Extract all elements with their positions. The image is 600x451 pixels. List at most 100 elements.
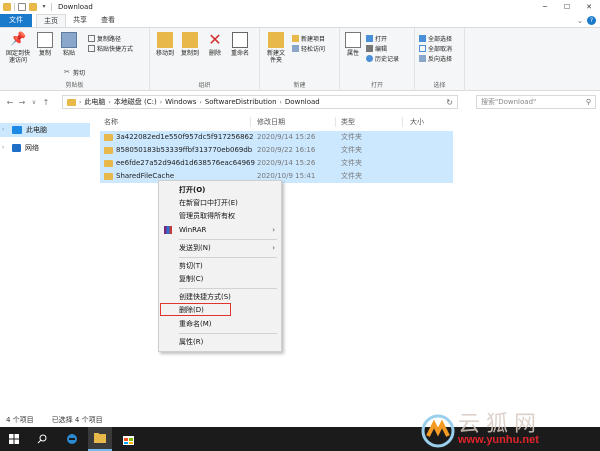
tab-view[interactable]: 查看	[94, 14, 122, 27]
help-icon[interactable]: ?	[587, 16, 596, 25]
rename-label: 重命名	[230, 50, 249, 57]
move-to-button[interactable]: 移动到	[154, 32, 176, 57]
menu-item-create-shortcut[interactable]: 创建快捷方式(S)	[159, 291, 281, 303]
column-header-size[interactable]: 大小	[410, 116, 424, 128]
menu-item-winrar[interactable]: WinRAR ›	[159, 224, 281, 236]
copy-button[interactable]: 复制	[36, 32, 54, 57]
divider[interactable]	[250, 117, 251, 127]
invert-selection-button[interactable]: 反向选择	[419, 54, 452, 63]
sidebar-item-network[interactable]: › 网络	[0, 141, 90, 155]
menu-item-take-ownership[interactable]: 管理员取得所有权	[159, 210, 281, 222]
paste-shortcut-button[interactable]: 粘贴快捷方式	[88, 44, 133, 53]
edit-button[interactable]: 编辑	[366, 44, 387, 53]
minimize-button[interactable]: ─	[534, 0, 556, 14]
easy-access-button[interactable]: 轻松访问	[292, 44, 325, 53]
chevron-right-icon[interactable]: ›	[2, 126, 4, 133]
menu-item-properties[interactable]: 属性(R)	[159, 336, 281, 348]
maximize-button[interactable]: ☐	[556, 0, 578, 14]
move-to-icon	[157, 32, 173, 48]
properties-icon[interactable]	[18, 3, 26, 11]
back-arrow-icon[interactable]: ←	[4, 98, 16, 107]
close-button[interactable]: ✕	[578, 0, 600, 14]
paste-button[interactable]: 粘贴	[60, 32, 78, 57]
search-button[interactable]	[30, 427, 54, 451]
new-folder-icon[interactable]	[29, 3, 37, 11]
table-row[interactable]: 3a422082ed1e550f957dc5f917256862 2020/9/…	[100, 131, 453, 144]
menu-item-send-to[interactable]: 发送到(N) ›	[159, 242, 281, 254]
divider	[14, 3, 15, 11]
menu-item-label: 发送到(N)	[179, 244, 211, 252]
invert-selection-label: 反向选择	[428, 56, 453, 63]
cut-button[interactable]: ✂ 剪切	[64, 68, 86, 78]
chevron-down-icon[interactable]: ▾	[40, 3, 48, 11]
rename-button[interactable]: 重命名	[228, 32, 252, 57]
properties-button[interactable]: 属性	[344, 32, 362, 57]
address-bar[interactable]: › 此电脑 › 本地磁盘 (C:) › Windows › SoftwareDi…	[62, 95, 458, 109]
breadcrumb-download[interactable]: Download	[285, 98, 320, 106]
select-all-button[interactable]: 全部选择	[419, 34, 452, 43]
rename-icon	[232, 32, 248, 48]
menu-item-copy[interactable]: 复制(C)	[159, 273, 281, 285]
new-group-label: 新建	[293, 82, 306, 89]
divider[interactable]	[335, 117, 336, 127]
window-title: Download	[58, 3, 93, 11]
selected-count: 已选择 4 个项目	[51, 415, 103, 424]
breadcrumb-softwaredistribution[interactable]: SoftwareDistribution	[205, 98, 277, 106]
file-date: 2020/9/14 15:26	[257, 159, 316, 167]
new-item-button[interactable]: 新建项目	[292, 34, 325, 43]
ribbon: 📌 固定到快速访问 复制 粘贴 复制路径 粘贴快捷方式 ✂ 剪切 剪贴板 移动到	[0, 27, 600, 91]
breadcrumb-this-pc[interactable]: 此电脑	[84, 97, 105, 107]
start-button[interactable]	[2, 427, 26, 451]
taskbar-edge[interactable]	[60, 427, 84, 451]
pin-quick-access-button[interactable]: 📌 固定到快速访问	[4, 32, 32, 64]
tab-share[interactable]: 共享	[66, 14, 94, 27]
open-icon	[366, 35, 373, 42]
select-none-icon	[419, 45, 426, 52]
taskbar-file-explorer[interactable]	[88, 427, 112, 451]
chevron-right-icon: ›	[279, 98, 282, 106]
window-controls: ─ ☐ ✕	[534, 0, 600, 14]
column-header-type[interactable]: 类型	[341, 116, 355, 128]
up-arrow-icon[interactable]: ↑	[40, 98, 52, 107]
copy-path-button[interactable]: 复制路径	[88, 34, 121, 43]
copy-icon	[37, 32, 53, 48]
file-type: 文件夹	[341, 133, 362, 141]
chevron-right-icon: ›	[272, 244, 275, 252]
table-row[interactable]: ee6fde27a52d946d1d638576eac64969 2020/9/…	[100, 157, 453, 170]
copy-to-button[interactable]: 复制到	[179, 32, 201, 57]
forward-arrow-icon[interactable]: →	[16, 98, 28, 107]
new-folder-button[interactable]: 新建文件夹	[264, 32, 288, 64]
tab-home[interactable]: 主页	[36, 14, 66, 27]
divider[interactable]	[402, 117, 403, 127]
menu-item-cut[interactable]: 剪切(T)	[159, 260, 281, 272]
ribbon-help-area: ⌄ ?	[577, 16, 596, 25]
chevron-right-icon[interactable]: ›	[2, 144, 4, 151]
chevron-down-icon[interactable]: ∨	[28, 99, 40, 106]
select-none-button[interactable]: 全部取消	[419, 44, 452, 53]
search-input[interactable]: 搜索"Download" ⚲	[476, 95, 596, 109]
open-button[interactable]: 打开	[366, 34, 387, 43]
breadcrumb-local-disk[interactable]: 本地磁盘 (C:)	[114, 97, 157, 107]
menu-item-rename[interactable]: 重命名(M)	[159, 318, 281, 330]
new-item-icon	[292, 35, 299, 42]
folder-icon	[104, 173, 113, 180]
history-icon	[366, 55, 373, 62]
refresh-icon[interactable]: ↻	[446, 98, 453, 107]
chevron-down-icon[interactable]: ⌄	[577, 17, 583, 25]
menu-item-open[interactable]: 打开(O)	[159, 184, 281, 196]
search-placeholder: 搜索"Download"	[481, 98, 537, 106]
history-button[interactable]: 历史记录	[366, 54, 399, 63]
file-type: 文件夹	[341, 146, 362, 154]
folder-icon	[3, 3, 11, 11]
tab-file[interactable]: 文件	[0, 14, 32, 27]
cut-label: 剪切	[73, 70, 86, 77]
breadcrumb-windows[interactable]: Windows	[165, 98, 196, 106]
column-header-name[interactable]: 名称	[104, 116, 118, 128]
table-row[interactable]: 858050183b53339ffbf313770eb069db 2020/9/…	[100, 144, 453, 157]
menu-item-open-new-window[interactable]: 在新窗口中打开(E)	[159, 197, 281, 209]
taskbar-store[interactable]	[116, 427, 140, 451]
select-none-label: 全部取消	[428, 46, 453, 53]
delete-ribbon-button[interactable]: ✕ 删除	[206, 32, 224, 58]
column-header-date[interactable]: 修改日期	[257, 116, 285, 128]
sidebar-item-this-pc[interactable]: › 此电脑	[0, 123, 90, 137]
